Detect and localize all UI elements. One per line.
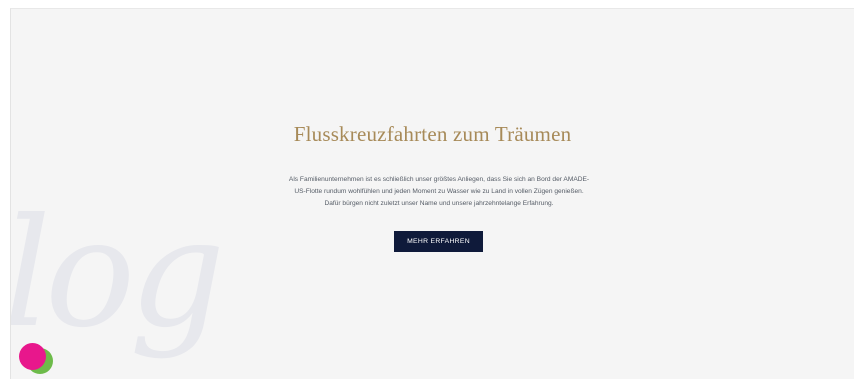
chat-widget-button[interactable] bbox=[19, 343, 55, 375]
mehr-erfahren-button[interactable]: MEHR ERFAHREN bbox=[394, 231, 483, 252]
chat-bubble-icon[interactable] bbox=[19, 343, 46, 370]
decorative-script-text: log bbox=[10, 187, 225, 361]
hero-description-line: US-Flotte rundum wohlfühlen und jeden Mo… bbox=[294, 188, 584, 195]
hero-description: Als Familienunternehmen ist es schließli… bbox=[249, 174, 629, 210]
hero-description-line: Als Familienunternehmen ist es schließli… bbox=[288, 176, 590, 183]
hero-section: log Flusskreuzfahrten zum Träumen Als Fa… bbox=[10, 8, 854, 379]
hero-title: Flusskreuzfahrten zum Träumen bbox=[293, 122, 572, 146]
hero-description-line: Dafür bürgen nicht zuletzt unser Name un… bbox=[324, 200, 554, 207]
